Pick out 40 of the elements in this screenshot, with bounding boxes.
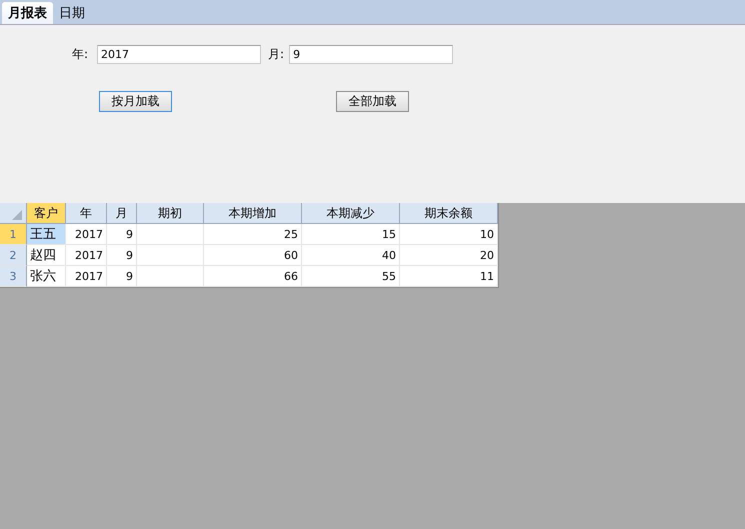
tab[interactable]: 日期 — [53, 2, 91, 24]
table-cell — [137, 245, 204, 266]
table-cell — [137, 224, 204, 245]
table-cell: 25 — [204, 224, 302, 245]
table-cell: 9 — [107, 224, 137, 245]
table-cell: 张六 — [27, 266, 66, 287]
table-cell: 55 — [302, 266, 400, 287]
table-cell: 王五 — [27, 224, 66, 245]
table-cell: 9 — [107, 266, 137, 287]
table-cell: 60 — [204, 245, 302, 266]
table-cell: 2017 — [66, 266, 107, 287]
table-cell: 11 — [400, 266, 498, 287]
month-field[interactable]: 9 — [289, 45, 454, 64]
column-header[interactable]: 期初 — [137, 203, 204, 224]
row-header[interactable]: 3 — [0, 266, 27, 287]
table-cell: 66 — [204, 266, 302, 287]
row-header[interactable]: 1 — [0, 224, 27, 245]
year-field[interactable]: 2017 — [97, 45, 262, 64]
table-cell: 15 — [302, 224, 400, 245]
corner-triangle-icon — [12, 210, 22, 220]
table-cell: 2017 — [66, 245, 107, 266]
table-cell: 赵四 — [27, 245, 66, 266]
column-header[interactable]: 本期增加 — [204, 203, 302, 224]
month-label: 月: — [268, 46, 284, 63]
row-header[interactable]: 2 — [0, 245, 27, 266]
table-cell: 40 — [302, 245, 400, 266]
table-cell: 10 — [400, 224, 498, 245]
corner-cell[interactable] — [0, 203, 27, 224]
load-button[interactable]: 全部加载 — [336, 91, 409, 112]
tab[interactable]: 月报表 — [2, 2, 53, 24]
table-cell: 2017 — [66, 224, 107, 245]
column-header[interactable]: 本期减少 — [302, 203, 400, 224]
table-cell: 20 — [400, 245, 498, 266]
column-header[interactable]: 客户 — [27, 203, 66, 224]
load-button[interactable]: 按月加载 — [99, 91, 172, 112]
table-cell: 9 — [107, 245, 137, 266]
column-header[interactable]: 年 — [66, 203, 107, 224]
year-label: 年: — [72, 46, 88, 63]
column-header[interactable]: 月 — [107, 203, 137, 224]
column-header[interactable]: 期末余额 — [400, 203, 498, 224]
